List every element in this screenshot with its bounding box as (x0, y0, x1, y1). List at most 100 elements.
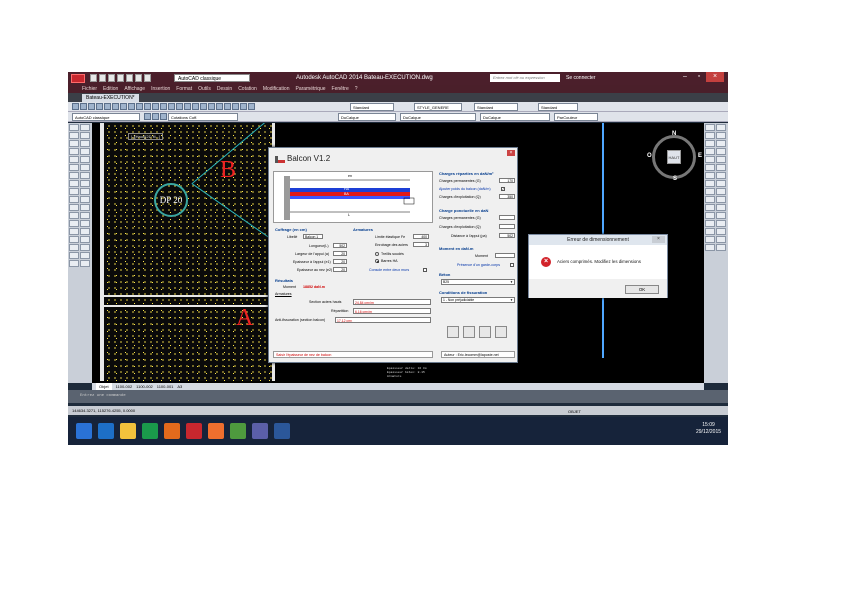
insert-block-icon[interactable] (80, 164, 90, 171)
zoom-previous-icon[interactable] (192, 103, 199, 110)
design-center-icon[interactable] (208, 103, 215, 110)
poids-balcon-checkbox[interactable]: ✓ (501, 187, 505, 191)
layer-iso-icon[interactable] (705, 236, 715, 243)
undo-icon[interactable] (152, 103, 159, 110)
stretch-icon[interactable] (80, 228, 90, 235)
plotstyle-select[interactable]: ParCouleur (554, 113, 598, 121)
line-icon[interactable] (69, 124, 79, 131)
sheetset-icon[interactable] (224, 103, 231, 110)
copy-obj-icon[interactable] (69, 204, 79, 211)
polyline-icon[interactable] (69, 132, 79, 139)
moment-input[interactable] (495, 253, 515, 258)
scale-icon[interactable] (69, 228, 79, 235)
center-mark-icon[interactable] (705, 180, 715, 187)
autocad-icon[interactable] (186, 423, 202, 439)
dim-space-icon[interactable] (716, 164, 726, 171)
windows-start-icon[interactable] (76, 423, 92, 439)
mleader-add-icon[interactable] (716, 212, 726, 219)
run-button[interactable] (495, 326, 507, 338)
fissuration-select[interactable]: 1 - Non préjudiciable (441, 297, 515, 303)
file-explorer-icon[interactable] (120, 423, 136, 439)
new-icon[interactable] (72, 103, 79, 110)
libelle-input[interactable]: Balcon 1 (303, 234, 323, 239)
explode-icon[interactable] (69, 260, 79, 267)
dim-jogged-icon[interactable] (716, 140, 726, 147)
dim-style-select[interactable]: STYLE_GENERE (414, 103, 462, 111)
save-icon[interactable] (88, 103, 95, 110)
close-icon[interactable]: × (507, 150, 515, 156)
dim-baseline-icon[interactable] (716, 156, 726, 163)
viewcube-face[interactable]: HAUT (667, 150, 681, 164)
dim-jog-line-icon[interactable] (705, 188, 715, 195)
app-icon[interactable] (230, 423, 246, 439)
circle-icon[interactable] (69, 148, 79, 155)
search-input[interactable]: Entrez mot clé ou expression (490, 74, 560, 82)
close-icon[interactable]: × (652, 236, 665, 243)
word-icon[interactable] (274, 423, 290, 439)
tab-layout-a3[interactable]: A3 (177, 383, 182, 390)
dim-diameter-icon[interactable] (705, 148, 715, 155)
dim-angular-icon[interactable] (716, 148, 726, 155)
tolerance-icon[interactable] (716, 172, 726, 179)
menu-dessin[interactable]: Dessin (217, 85, 232, 93)
table-icon[interactable] (80, 188, 90, 195)
cut-icon[interactable] (120, 103, 127, 110)
quick-dim-icon[interactable] (705, 156, 715, 163)
pg-input[interactable] (499, 215, 515, 220)
ok-button[interactable]: OK (625, 285, 659, 294)
calc-icon[interactable] (240, 103, 247, 110)
mirror-icon[interactable] (80, 204, 90, 211)
open-file-icon[interactable] (99, 74, 106, 82)
match-icon[interactable] (144, 103, 151, 110)
spline-icon[interactable] (69, 156, 79, 163)
arc-icon[interactable] (80, 140, 90, 147)
layer-off-icon[interactable] (716, 236, 726, 243)
properties-icon[interactable] (200, 103, 207, 110)
ep-nez-input[interactable]: 20 (333, 267, 347, 272)
sign-in-button[interactable]: Se connecter (566, 74, 595, 82)
workspace-select[interactable]: AutoCAD classique (72, 113, 140, 121)
draw-button[interactable] (463, 326, 475, 338)
redo-icon[interactable] (160, 103, 167, 110)
region-icon[interactable] (69, 188, 79, 195)
revcloud-icon[interactable] (80, 148, 90, 155)
menu-affichage[interactable]: Affichage (124, 85, 145, 93)
chamfer-icon[interactable] (69, 252, 79, 259)
drawing-canvas[interactable]: [-][Haut][2D fil...] B A DP 20 HAUT N S … (92, 123, 704, 383)
garde-corps-checkbox[interactable] (510, 263, 514, 267)
layer-manager-icon[interactable] (144, 113, 151, 120)
tab-layout-2[interactable]: 1100-002 (136, 383, 153, 390)
close-window-button[interactable]: × (706, 72, 724, 82)
dim-update-icon[interactable] (716, 196, 726, 203)
offset-icon[interactable] (69, 212, 79, 219)
command-input[interactable]: Entrez une commande (80, 394, 126, 398)
hatch-icon[interactable] (69, 180, 79, 187)
menu-outils[interactable]: Outils (198, 85, 211, 93)
layer-state-icon[interactable] (152, 113, 159, 120)
mleader-style-select[interactable]: Standard (538, 103, 578, 111)
menu-insertion[interactable]: Insertion (151, 85, 170, 93)
menu-format[interactable]: Format (176, 85, 192, 93)
plot-icon[interactable] (96, 103, 103, 110)
linetype-select[interactable]: DuCalque (400, 113, 476, 121)
rotate-icon[interactable] (80, 220, 90, 227)
layer-lock-icon[interactable] (716, 244, 726, 251)
table-style-select[interactable]: Standard (474, 103, 518, 111)
inspect-icon[interactable] (716, 180, 726, 187)
layer-freeze-icon[interactable] (705, 244, 715, 251)
erase-button[interactable] (447, 326, 459, 338)
redo-icon[interactable] (144, 74, 151, 82)
markup-icon[interactable] (232, 103, 239, 110)
viewcube[interactable]: HAUT N S E O (647, 131, 702, 182)
mleader-icon[interactable] (705, 212, 715, 219)
tab-layout-3[interactable]: 1100-001 (157, 383, 174, 390)
app-icon[interactable] (208, 423, 224, 439)
polygon-icon[interactable] (80, 132, 90, 139)
open-icon[interactable] (80, 103, 87, 110)
viewport-label[interactable]: [-][Haut][2D fil...] (128, 133, 163, 140)
ep-appui-input[interactable]: 20 (333, 259, 347, 264)
dist-input[interactable]: 502 (499, 233, 515, 238)
store-icon[interactable] (142, 423, 158, 439)
color-select[interactable]: DuCalque (338, 113, 396, 121)
rectangle-icon[interactable] (69, 140, 79, 147)
